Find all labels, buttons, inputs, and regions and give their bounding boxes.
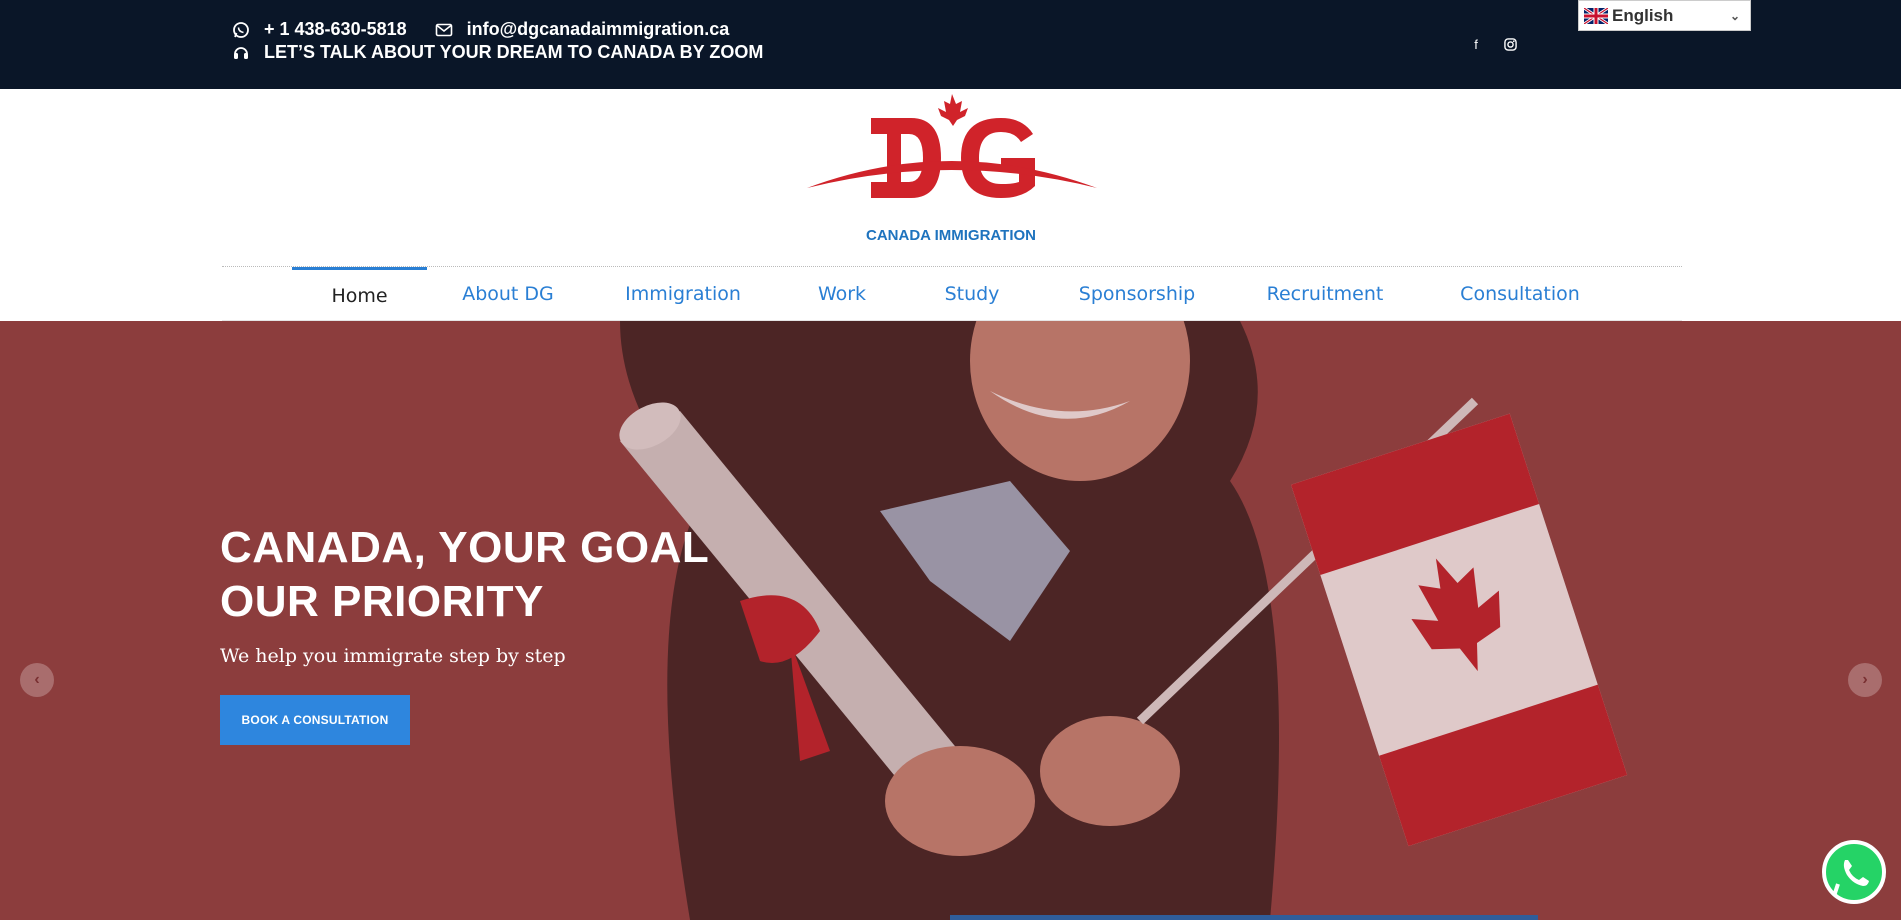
whatsapp-icon — [1822, 840, 1886, 904]
nav-consultation[interactable]: Consultation — [1450, 267, 1590, 321]
hero-subtitle: We help you immigrate step by step — [220, 645, 566, 667]
nav-study[interactable]: Study — [932, 267, 1012, 321]
chevron-right-icon: › — [1862, 671, 1868, 688]
headset-icon — [234, 46, 248, 59]
facebook-icon[interactable]: f — [1468, 36, 1484, 52]
book-consultation-button[interactable]: BOOK A CONSULTATION — [220, 695, 410, 745]
email-link[interactable]: info@dgcanadaimmigration.ca — [467, 19, 730, 40]
nav-recruitment[interactable]: Recruitment — [1260, 267, 1390, 321]
slider-prev-button[interactable]: ‹ — [20, 663, 54, 697]
site-logo[interactable]: CANADA IMMIGRATION — [801, 94, 1101, 248]
whatsapp-icon — [233, 21, 249, 38]
zoom-link[interactable]: LET’S TALK ABOUT YOUR DREAM TO CANADA BY… — [264, 42, 763, 63]
hero-slider: CANADA, YOUR GOAL OUR PRIORITY We help y… — [0, 321, 1901, 920]
chevron-left-icon: ‹ — [34, 671, 40, 688]
hero-title-line1: CANADA, YOUR GOAL — [220, 523, 710, 572]
main-nav: Home About DG Immigration Work Study Spo… — [222, 266, 1682, 321]
hero-title-line2: OUR PRIORITY — [220, 577, 544, 626]
language-label: English — [1612, 5, 1674, 25]
nav-about[interactable]: About DG — [448, 267, 568, 321]
envelope-icon — [435, 23, 452, 36]
zoom-row: LET’S TALK ABOUT YOUR DREAM TO CANADA BY… — [232, 42, 763, 63]
phone-link[interactable]: + 1 438-630-5818 — [264, 19, 407, 40]
nav-home[interactable]: Home — [292, 267, 427, 321]
instagram-icon[interactable] — [1502, 36, 1518, 52]
contact-row: + 1 438-630-5818 info@dgcanadaimmigratio… — [232, 19, 729, 40]
uk-flag-icon — [1584, 7, 1608, 24]
nav-work[interactable]: Work — [802, 267, 882, 321]
slider-next-button[interactable]: › — [1848, 663, 1882, 697]
hero-title: CANADA, YOUR GOAL OUR PRIORITY — [220, 521, 780, 629]
chevron-down-icon: ⌄ — [1729, 9, 1740, 23]
social-links: f — [1468, 36, 1518, 52]
whatsapp-float-button[interactable] — [1820, 838, 1888, 906]
logo-tagline: CANADA IMMIGRATION — [866, 227, 1036, 244]
nav-sponsorship[interactable]: Sponsorship — [1067, 267, 1207, 321]
top-bar: + 1 438-630-5818 info@dgcanadaimmigratio… — [0, 0, 1901, 89]
nav-immigration[interactable]: Immigration — [618, 267, 748, 321]
language-select[interactable]: English ⌄ — [1578, 0, 1751, 31]
